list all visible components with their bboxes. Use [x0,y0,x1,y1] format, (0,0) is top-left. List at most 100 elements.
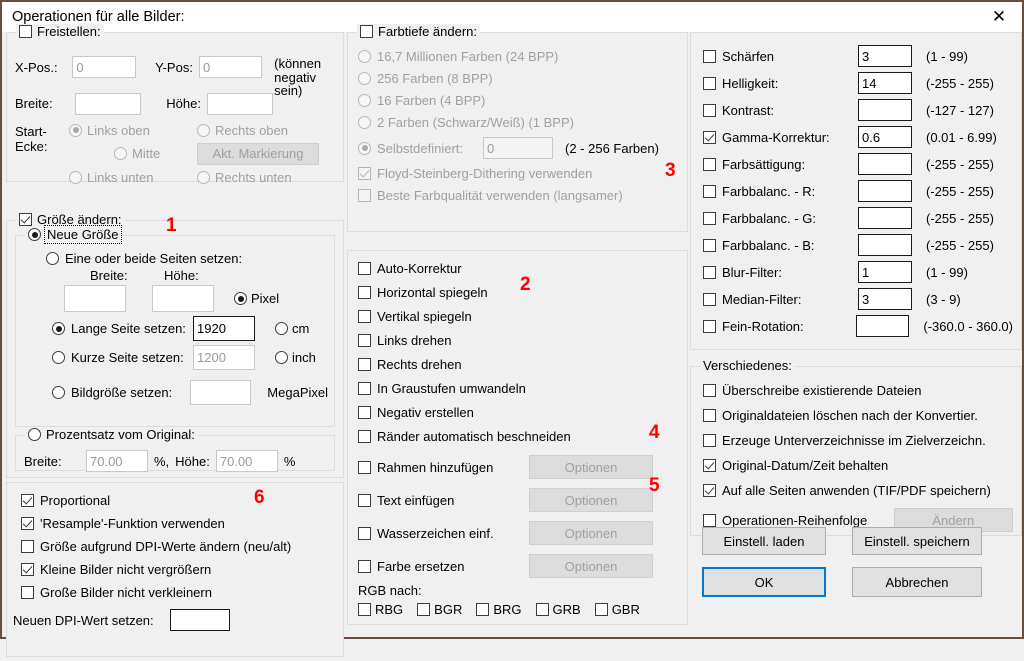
adjustment-kontrast-checkbox[interactable] [703,104,716,117]
replace-color-checkbox[interactable] [358,560,371,573]
adjustment-kontrast-input[interactable] [858,99,912,121]
dpi-resize-checkbox[interactable] [21,540,34,553]
corner-radio-rechts-oben[interactable] [197,124,210,137]
adjustment-median-filter-checkbox[interactable] [703,293,716,306]
adjustment-gamma-korrektur-input[interactable]: 0.6 [858,126,912,148]
long-side-radio[interactable] [52,322,65,335]
one-or-both-radio[interactable] [46,252,59,265]
unit-radio-inch[interactable] [275,351,288,364]
short-side-input[interactable]: 1200 [193,345,255,370]
resize-height-input[interactable] [152,285,214,312]
x-pos-input[interactable]: 0 [72,56,135,78]
insert-text-checkbox[interactable] [358,494,371,507]
rotate-right-checkbox[interactable] [358,358,371,371]
close-icon[interactable]: ✕ [976,3,1022,32]
apply-all-pages-checkbox[interactable] [703,484,716,497]
add-frame-checkbox[interactable] [358,461,371,474]
rgb-bgr-checkbox[interactable] [417,603,430,616]
negative-checkbox[interactable] [358,406,371,419]
adjustment-farbsättigung-checkbox[interactable] [703,158,716,171]
image-size-input[interactable] [190,380,251,405]
overwrite-files-checkbox[interactable] [703,384,716,397]
color-depth-radio-24bpp[interactable] [358,50,371,63]
cancel-button[interactable]: Abbrechen [852,567,982,597]
short-side-radio[interactable] [52,351,65,364]
adjustment-helligkeit-checkbox[interactable] [703,77,716,90]
image-size-radio[interactable] [52,386,65,399]
load-settings-button[interactable]: Einstell. laden [702,527,826,555]
proportional-checkbox[interactable] [21,494,34,507]
unit-radio-pixel[interactable] [234,292,247,305]
rotate-left-checkbox[interactable] [358,334,371,347]
corner-radio-rechts-unten[interactable] [197,171,210,184]
adjustment-farbbalanc---r-checkbox[interactable] [703,185,716,198]
adjustment-fein-rotation-input[interactable] [856,315,909,337]
adjustment-farbbalanc---g-checkbox[interactable] [703,212,716,225]
rgb-grb-checkbox[interactable] [536,603,549,616]
resize-enable-checkbox[interactable] [19,213,32,226]
new-dpi-input[interactable] [170,609,230,631]
flip-vertical-checkbox[interactable] [358,310,371,323]
adjustment-gamma-korrektur-checkbox[interactable] [703,131,716,144]
corner-radio-mitte[interactable] [114,147,127,160]
dithering-checkbox[interactable] [358,167,371,180]
adjustment-median-filter-input[interactable]: 3 [858,288,912,310]
y-pos-input[interactable]: 0 [199,56,262,78]
save-settings-button[interactable]: Einstell. speichern [852,527,982,555]
column-right: Schärfen3(1 - 99)Helligkeit:14(-255 - 25… [690,32,1022,540]
crop-width-input[interactable] [75,93,141,115]
color-depth-radio-custom[interactable] [358,142,371,155]
flip-horizontal-checkbox[interactable] [358,286,371,299]
adjustment-farbbalanc---r-input[interactable] [858,180,912,202]
rgb-brg-checkbox[interactable] [476,603,489,616]
insert-text-options-button[interactable]: Optionen [529,488,653,512]
best-quality-checkbox[interactable] [358,189,371,202]
current-selection-button[interactable]: Akt. Markierung [197,143,319,165]
auto-correction-checkbox[interactable] [358,262,371,275]
percent-height-input[interactable]: 70.00 [216,450,278,472]
adjustment-farbbalanc---b-input[interactable] [858,234,912,256]
adjustment-fein-rotation-checkbox[interactable] [703,320,716,333]
long-side-input[interactable]: 1920 [193,316,255,341]
corner-radio-links-unten[interactable] [69,171,82,184]
resample-checkbox[interactable] [21,517,34,530]
color-depth-custom-input[interactable]: 0 [483,137,553,159]
grayscale-checkbox[interactable] [358,382,371,395]
rgb-gbr-checkbox[interactable] [595,603,608,616]
no-shrink-large-checkbox[interactable] [21,586,34,599]
replace-color-options-button[interactable]: Optionen [529,554,653,578]
adjustment-farbsättigung-input[interactable] [858,153,912,175]
adjustment-schärfen-input[interactable]: 3 [858,45,912,67]
negative-label: Negativ erstellen [377,405,474,420]
color-depth-radio-4bpp[interactable] [358,94,371,107]
crop-height-input[interactable] [207,93,273,115]
create-subdirs-checkbox[interactable] [703,434,716,447]
crop-enable-checkbox[interactable] [19,25,32,38]
adjustment-schärfen-checkbox[interactable] [703,50,716,63]
adjustment-blur-filter-checkbox[interactable] [703,266,716,279]
resize-width-input[interactable] [64,285,126,312]
adjustment-blur-filter-input[interactable]: 1 [858,261,912,283]
adjustment-farbbalanc---b-checkbox[interactable] [703,239,716,252]
color-depth-radio-1bpp[interactable] [358,116,371,129]
ok-button[interactable]: OK [702,567,826,597]
color-depth-radio-8bpp[interactable] [358,72,371,85]
adjustment-farbbalanc---g-input[interactable] [858,207,912,229]
no-enlarge-small-checkbox[interactable] [21,563,34,576]
keep-original-date-checkbox[interactable] [703,459,716,472]
watermark-options-button[interactable]: Optionen [529,521,653,545]
new-size-radio[interactable] [28,228,41,241]
adjustment-helligkeit-input[interactable]: 14 [858,72,912,94]
operations-order-checkbox[interactable] [703,514,716,527]
unit-radio-cm[interactable] [275,322,288,335]
percent-radio[interactable] [28,428,41,441]
delete-originals-checkbox[interactable] [703,409,716,422]
add-frame-options-button[interactable]: Optionen [529,455,653,479]
auto-crop-borders-checkbox[interactable] [358,430,371,443]
rgb-rbg-label: RBG [375,602,403,617]
rgb-rbg-checkbox[interactable] [358,603,371,616]
corner-radio-links-oben[interactable] [69,124,82,137]
percent-width-input[interactable]: 70.00 [86,450,148,472]
watermark-checkbox[interactable] [358,527,371,540]
color-depth-enable-checkbox[interactable] [360,25,373,38]
